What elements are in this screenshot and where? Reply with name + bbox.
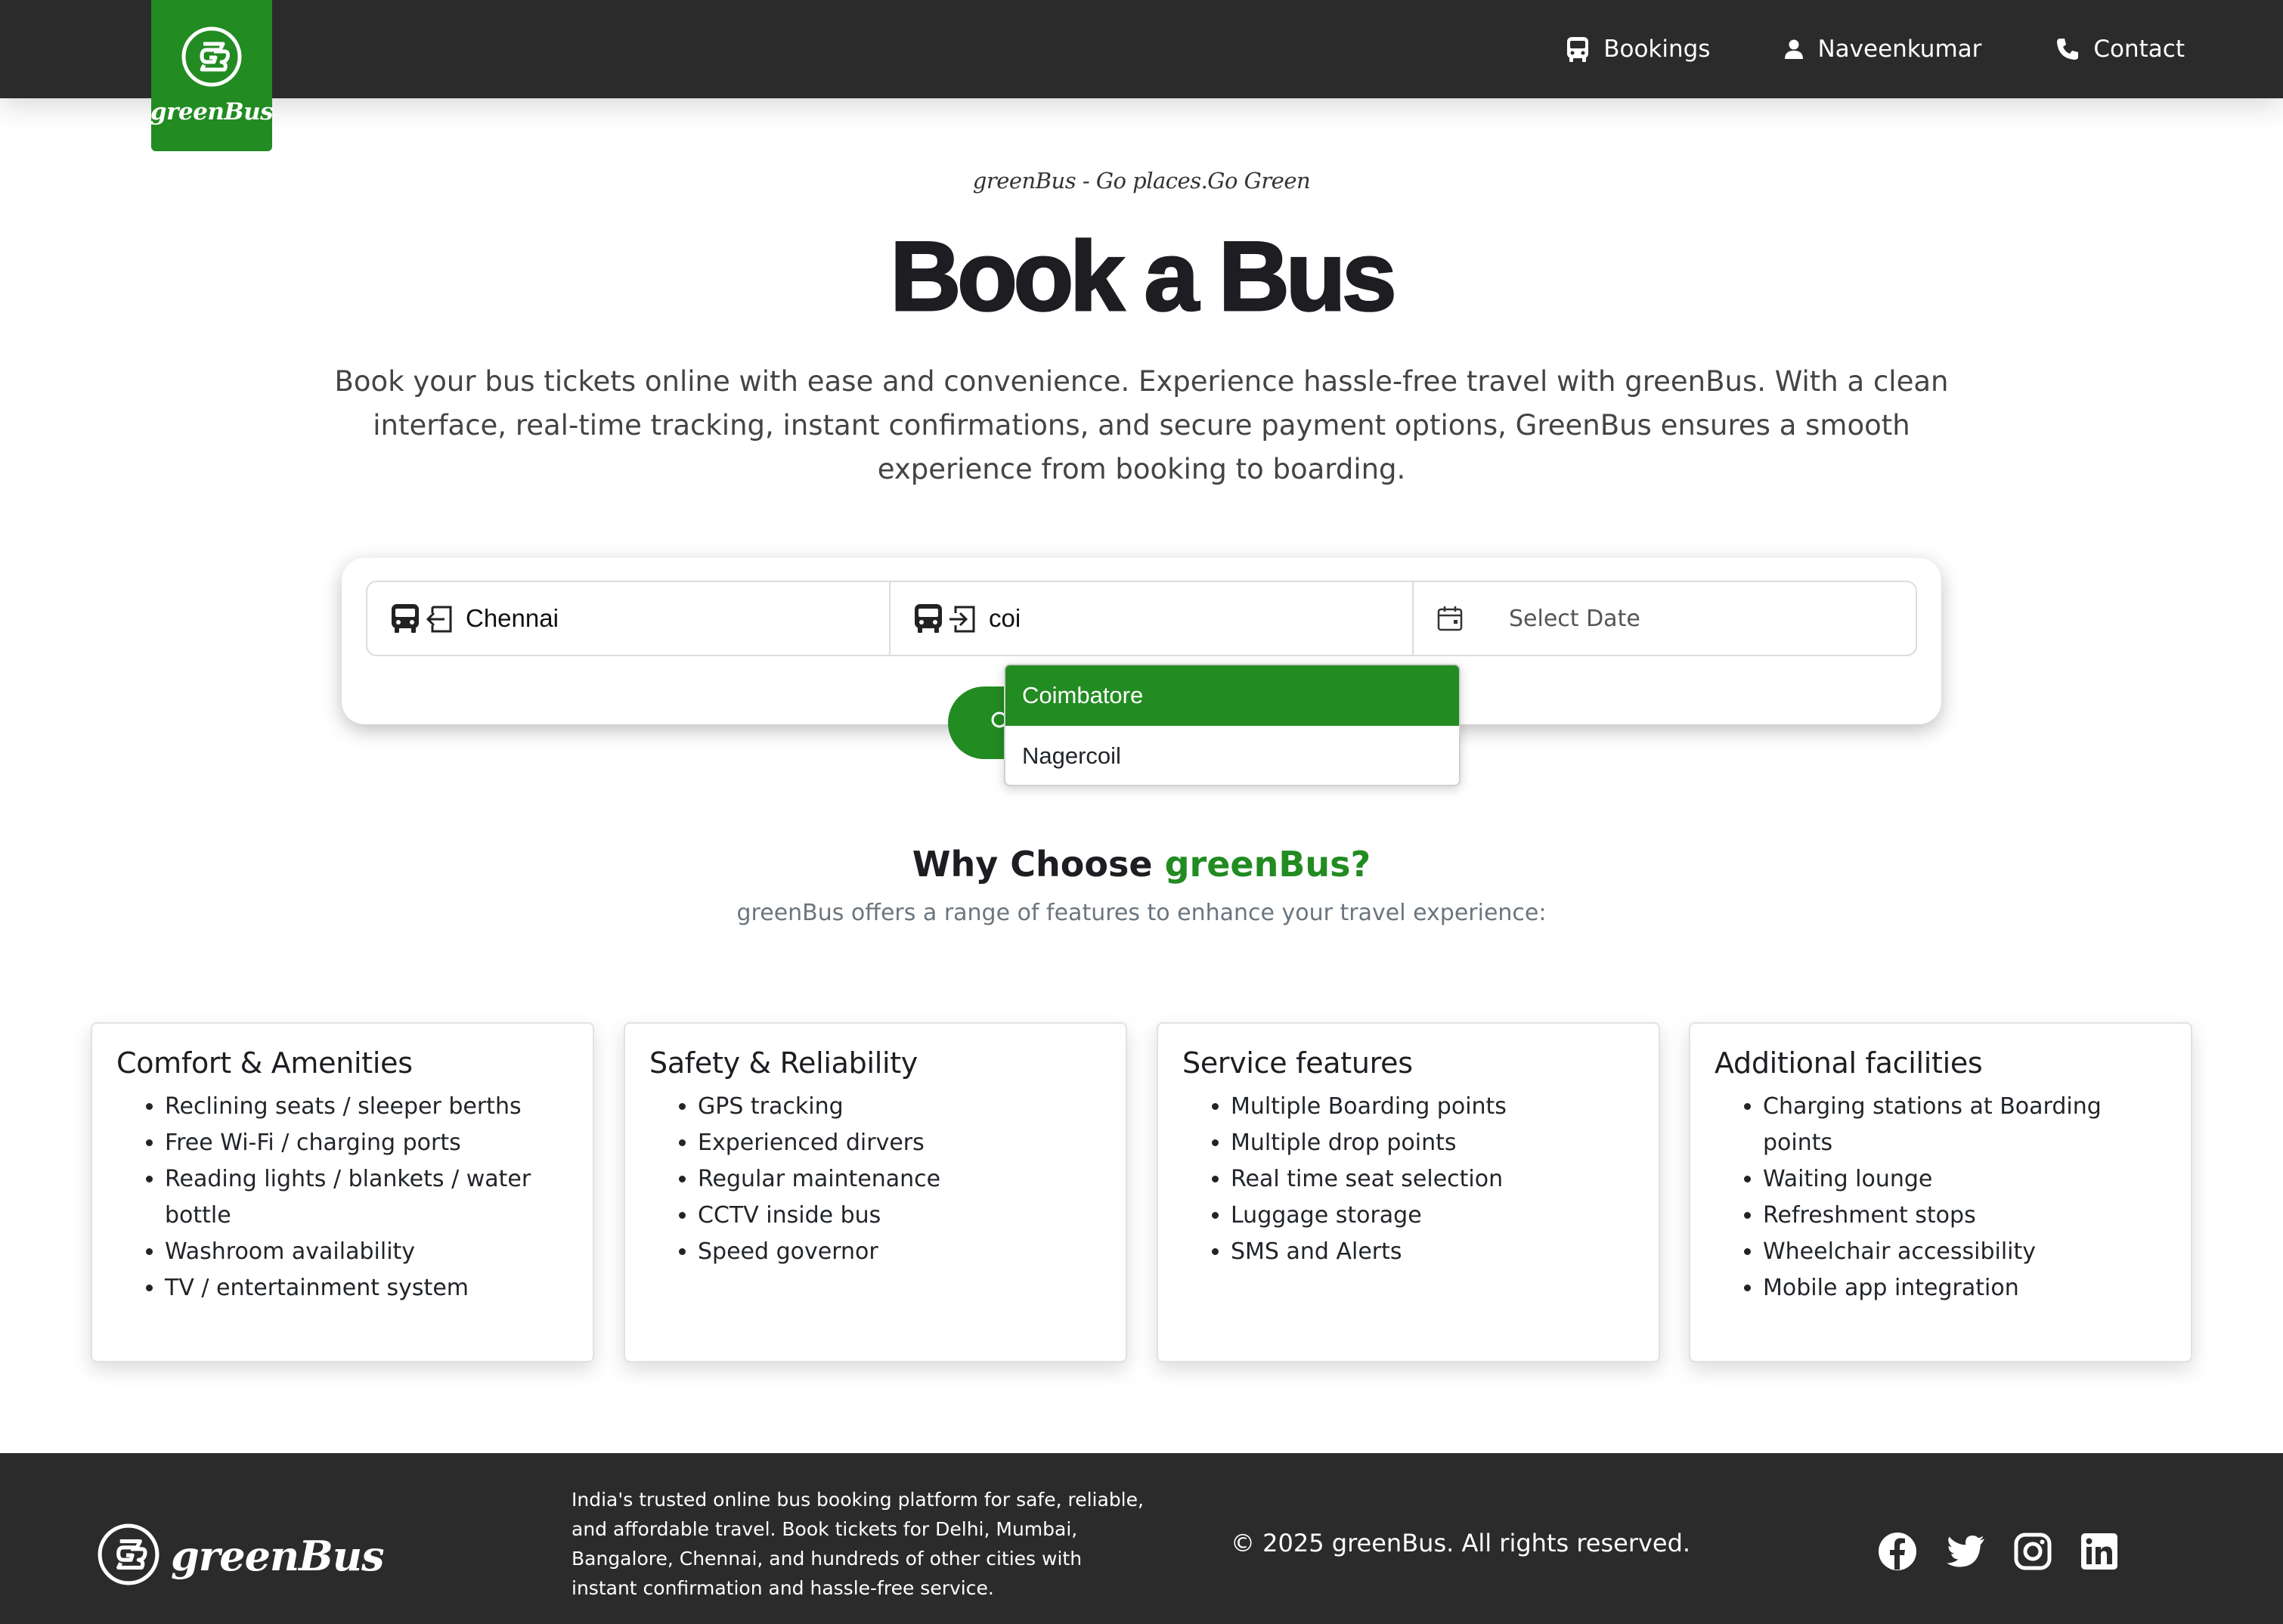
feature-card-service: Service features Multiple Boarding point… — [1157, 1022, 1660, 1362]
search-form — [366, 581, 1932, 656]
feature-card-comfort: Comfort & Amenities Reclining seats / sl… — [91, 1022, 594, 1362]
nav-contact[interactable]: Contact — [2055, 36, 2185, 63]
calendar-icon[interactable] — [1436, 605, 1464, 632]
destination-suggestions: Coimbatore Nagercoil — [1004, 664, 1461, 786]
nav-bookings[interactable]: Bookings — [1566, 36, 1710, 63]
footer-brand-name: greenBus — [171, 1532, 384, 1580]
feature-item: Multiple Boarding points — [1231, 1089, 1634, 1125]
feature-item: Regular maintenance — [698, 1161, 1101, 1198]
feature-item: Speed governor — [698, 1234, 1101, 1270]
gb-logo-icon — [181, 26, 243, 91]
from-input[interactable] — [466, 604, 889, 633]
bus-arrive-icon — [913, 603, 978, 634]
feature-list: GPS tracking Experienced dirvers Regular… — [649, 1089, 1101, 1270]
page-title: Book a Bus — [889, 220, 1398, 333]
nav-user[interactable]: Naveenkumar — [1784, 36, 1981, 63]
date-input[interactable] — [1509, 605, 1932, 632]
feature-card-title: Safety & Reliability — [649, 1046, 918, 1080]
suggestion-item[interactable]: Nagercoil — [1005, 726, 1459, 785]
feature-card-title: Service features — [1182, 1046, 1413, 1080]
feature-item: Reading lights / blankets / water bottle — [165, 1161, 568, 1234]
nav-contact-label: Contact — [2093, 36, 2185, 63]
copyright: © 2025 greenBus. All rights reserved. — [1231, 1529, 1691, 1557]
social-links — [1878, 1532, 2147, 1571]
feature-item: CCTV inside bus — [698, 1198, 1101, 1234]
date-field — [1414, 582, 1932, 655]
nav-user-label: Naveenkumar — [1817, 36, 1982, 63]
feature-item: Reclining seats / sleeper berths — [165, 1089, 568, 1125]
feature-card-additional: Additional facilities Charging stations … — [1689, 1022, 2192, 1362]
bus-depart-icon — [390, 603, 455, 634]
brand-name: greenBus — [150, 98, 274, 126]
hero-description: Book your bus tickets online with ease a… — [334, 365, 1949, 485]
linkedin-icon[interactable] — [2080, 1533, 2118, 1570]
footer: greenBus India's trusted online bus book… — [0, 1453, 2283, 1624]
nav-bookings-label: Bookings — [1603, 36, 1711, 63]
facebook-icon[interactable] — [1878, 1532, 1917, 1571]
suggestion-item[interactable]: Coimbatore — [1005, 665, 1459, 726]
gb-logo-icon — [97, 1523, 160, 1589]
feature-card-safety: Safety & Reliability GPS tracking Experi… — [624, 1022, 1127, 1362]
to-input[interactable] — [989, 604, 1412, 633]
hero-tagline: greenBus - Go places.Go Green — [972, 168, 1311, 194]
why-choose-title: Why Choose greenBus? — [0, 844, 2283, 885]
features-grid: Comfort & Amenities Reclining seats / sl… — [91, 1022, 2192, 1362]
feature-item: Experienced dirvers — [698, 1125, 1101, 1161]
user-icon — [1784, 39, 1804, 60]
feature-item: SMS and Alerts — [1231, 1234, 1634, 1270]
brand-logo[interactable]: greenBus — [150, 0, 274, 151]
feature-item: Charging stations at Boarding points — [1763, 1089, 2167, 1161]
twitter-icon[interactable] — [1946, 1535, 1985, 1568]
footer-logo[interactable]: greenBus — [97, 1523, 384, 1589]
feature-list: Reclining seats / sleeper berths Free Wi… — [116, 1089, 568, 1306]
feature-item: Free Wi-Fi / charging ports — [165, 1125, 568, 1161]
why-title-prefix: Why Choose — [912, 844, 1153, 885]
nav-links: Bookings Naveenkumar Contact — [1492, 0, 2185, 98]
why-choose-subtitle: greenBus offers a range of features to e… — [736, 900, 1547, 926]
navbar: greenBus Bookings Naveenkumar Contact — [0, 0, 2283, 151]
bus-icon — [1566, 36, 1590, 63]
feature-item: Real time seat selection — [1231, 1161, 1634, 1198]
feature-card-title: Additional facilities — [1715, 1046, 1983, 1080]
feature-item: Washroom availability — [165, 1234, 568, 1270]
feature-list: Multiple Boarding points Multiple drop p… — [1182, 1089, 1634, 1270]
feature-item: Refreshment stops — [1763, 1198, 2167, 1234]
feature-item: TV / entertainment system — [165, 1270, 568, 1306]
feature-item: GPS tracking — [698, 1089, 1101, 1125]
from-field — [367, 582, 891, 655]
footer-about: India's trusted online bus booking platf… — [572, 1489, 1144, 1599]
feature-item: Multiple drop points — [1231, 1125, 1634, 1161]
feature-list: Charging stations at Boarding points Wai… — [1715, 1089, 2167, 1306]
feature-item: Mobile app integration — [1763, 1270, 2167, 1306]
why-title-accent: greenBus? — [1164, 844, 1371, 885]
feature-item: Wheelchair accessibility — [1763, 1234, 2167, 1270]
feature-card-title: Comfort & Amenities — [116, 1046, 413, 1080]
feature-item: Luggage storage — [1231, 1198, 1634, 1234]
instagram-icon[interactable] — [2014, 1533, 2052, 1570]
to-field — [891, 582, 1414, 655]
phone-icon — [2055, 37, 2080, 61]
feature-item: Waiting lounge — [1763, 1161, 2167, 1198]
